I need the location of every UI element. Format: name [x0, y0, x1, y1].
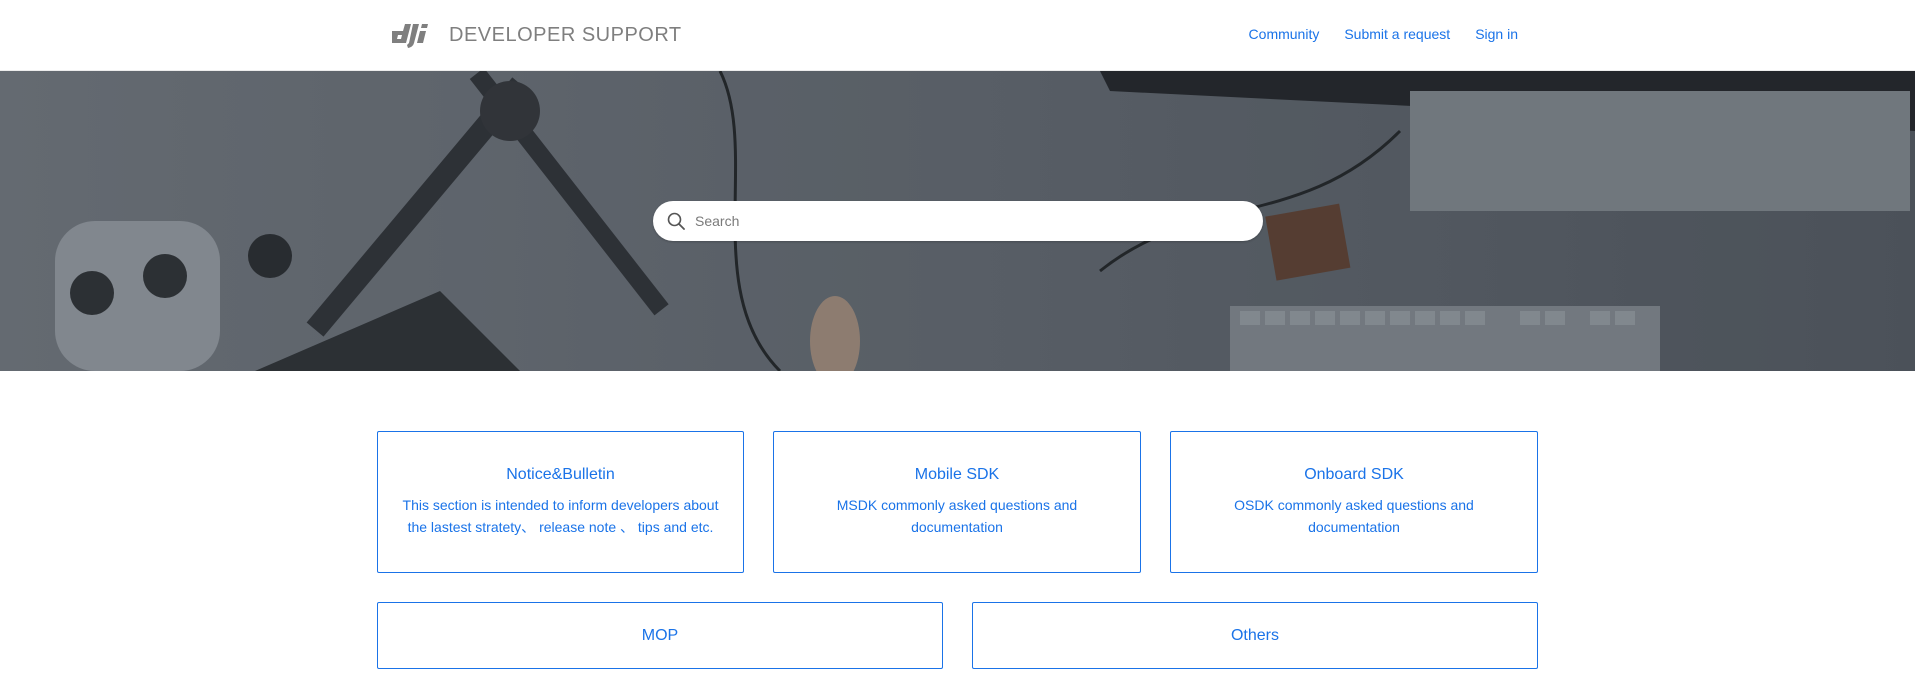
search-bar — [653, 201, 1263, 241]
category-card-onboard-sdk[interactable]: Onboard SDK OSDK commonly asked question… — [1170, 431, 1538, 573]
brand-title: DEVELOPER SUPPORT — [449, 23, 682, 46]
header-nav: Community Submit a request Sign in — [1249, 26, 1518, 42]
nav-submit-request-link[interactable]: Submit a request — [1344, 26, 1450, 42]
category-card-notice-bulletin[interactable]: Notice&Bulletin This section is intended… — [377, 431, 744, 573]
category-description: This section is intended to inform devel… — [402, 497, 719, 535]
search-icon — [667, 212, 685, 230]
site-header: DEVELOPER SUPPORT Community Submit a req… — [0, 0, 1915, 71]
nav-community-link[interactable]: Community — [1249, 26, 1320, 42]
category-card-mobile-sdk[interactable]: Mobile SDK MSDK commonly asked questions… — [773, 431, 1141, 573]
category-title: Notice&Bulletin — [506, 466, 615, 483]
dji-logo-icon — [389, 19, 437, 51]
category-description: MSDK commonly asked questions and docume… — [836, 497, 1078, 535]
hero-banner — [0, 71, 1915, 371]
category-title: Others — [1230, 626, 1279, 644]
category-grid: Notice&Bulletin This section is intended… — [0, 371, 1915, 700]
category-description: OSDK commonly asked questions and docume… — [1234, 497, 1474, 535]
brand-home-link[interactable]: DEVELOPER SUPPORT — [389, 19, 682, 51]
category-title: Mobile SDK — [914, 466, 1000, 483]
nav-sign-in-link[interactable]: Sign in — [1475, 26, 1518, 42]
category-title: Onboard SDK — [1304, 466, 1404, 483]
category-card-others[interactable]: Others — [972, 602, 1538, 669]
category-card-mop[interactable]: MOP — [377, 602, 943, 669]
search-input[interactable] — [693, 206, 1233, 236]
category-title: MOP — [641, 626, 679, 644]
